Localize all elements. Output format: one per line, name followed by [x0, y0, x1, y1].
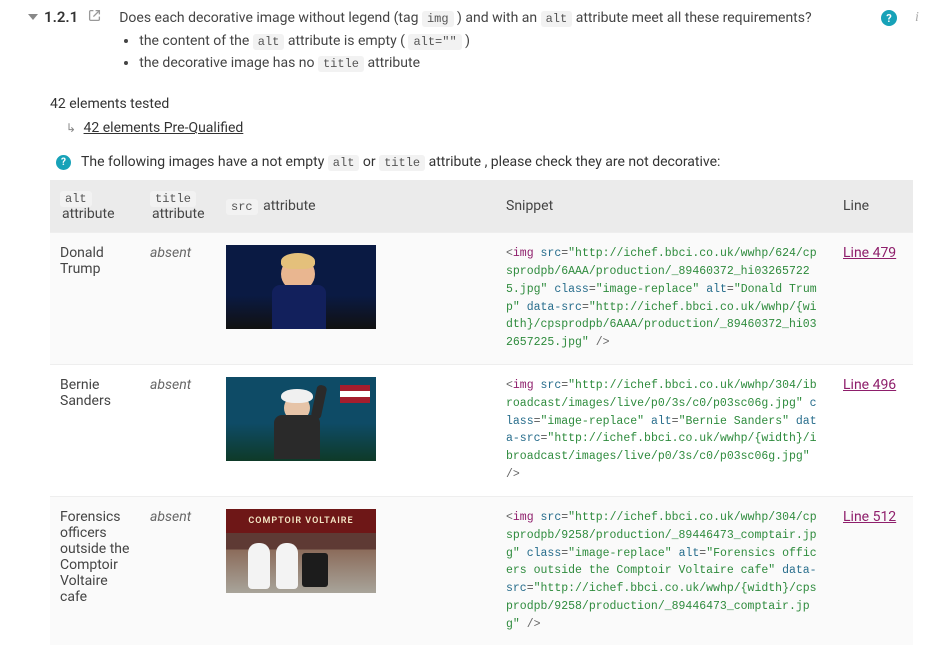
req-text: attribute — [367, 55, 420, 71]
thumbnail-image — [226, 377, 376, 461]
rule-q-part: attribute meet all these requirements? — [576, 10, 812, 26]
cell-title: absent — [140, 233, 216, 365]
code-snippet: <img src="http://ichef.bbci.co.uk/wwhp/6… — [506, 245, 823, 352]
header-action-icons: ? i — [881, 10, 925, 26]
cell-line: Line 496 — [833, 365, 913, 497]
req-text: ) — [465, 33, 470, 49]
col-src: src attribute — [216, 180, 496, 233]
cell-snippet: <img src="http://ichef.bbci.co.uk/wwhp/3… — [496, 496, 833, 645]
code-alt: alt — [253, 34, 285, 50]
cell-line: Line 512 — [833, 496, 913, 645]
line-link[interactable]: Line 479 — [843, 245, 896, 261]
prequalified-row: ↳ 42 elements Pre-Qualified — [0, 118, 939, 150]
help-icon[interactable]: ? — [881, 10, 897, 26]
requirement-item: the decorative image has no title attrib… — [139, 53, 869, 73]
code-src: src — [226, 199, 258, 215]
code-alt: alt — [541, 11, 573, 27]
code-alt-empty: alt="" — [408, 34, 461, 50]
cell-alt: Donald Trump — [50, 233, 140, 365]
cell-src: COMPTOIR VOLTAIRE — [216, 496, 496, 645]
cell-line: Line 479 — [833, 233, 913, 365]
elements-tested-count: 42 elements tested — [0, 82, 939, 118]
rule-requirements: the content of the alt attribute is empt… — [119, 31, 869, 73]
rule-id: 1.2.1 — [44, 8, 78, 26]
req-text: the decorative image has no — [139, 55, 318, 71]
cell-title: absent — [140, 365, 216, 497]
col-title: title attribute — [140, 180, 216, 233]
code-alt: alt — [60, 191, 92, 207]
info-message: ? The following images have a not empty … — [0, 150, 939, 180]
table-row: Donald Trumpabsent <img src="http://ichef… — [50, 233, 913, 365]
code-title: title — [150, 191, 196, 207]
col-snippet: Snippet — [496, 180, 833, 233]
thumbnail-image — [226, 245, 376, 329]
prequalified-link[interactable]: 42 elements Pre-Qualified — [84, 120, 244, 136]
req-text: the content of the — [139, 33, 253, 49]
sub-arrow-icon: ↳ — [66, 121, 76, 135]
thumbnail-image: COMPTOIR VOLTAIRE — [226, 509, 376, 593]
col-label: attribute — [263, 198, 316, 214]
code-snippet: <img src="http://ichef.bbci.co.uk/wwhp/3… — [506, 509, 823, 634]
cell-snippet: <img src="http://ichef.bbci.co.uk/wwhp/6… — [496, 233, 833, 365]
cell-src — [216, 233, 496, 365]
cell-snippet: <img src="http://ichef.bbci.co.uk/wwhp/3… — [496, 365, 833, 497]
info-part: attribute , please check they are not de… — [429, 154, 721, 170]
help-icon[interactable]: ? — [56, 155, 71, 170]
line-link[interactable]: Line 512 — [843, 509, 896, 525]
cell-alt: Bernie Sanders — [50, 365, 140, 497]
code-title: title — [318, 56, 364, 72]
cell-src — [216, 365, 496, 497]
table-row: Bernie Sandersabsent <img src="http://ich… — [50, 365, 913, 497]
code-alt: alt — [328, 155, 360, 171]
code-img: img — [422, 11, 454, 27]
col-alt: alt attribute — [50, 180, 140, 233]
rule-q-part: Does each decorative image without legen… — [119, 10, 422, 26]
rule-panel: 1.2.1 Does each decorative image without… — [0, 8, 939, 645]
rule-question: Does each decorative image without legen… — [119, 8, 881, 74]
req-text: attribute is empty ( — [288, 33, 409, 49]
collapse-caret-icon[interactable] — [28, 14, 38, 20]
table-header-row: alt attribute title attribute src attrib… — [50, 180, 913, 233]
line-link[interactable]: Line 496 — [843, 377, 896, 393]
info-part: The following images have a not empty — [81, 154, 328, 170]
col-label: attribute — [152, 206, 205, 222]
col-line: Line — [833, 180, 913, 233]
cell-title: absent — [140, 496, 216, 645]
col-label: attribute — [62, 206, 115, 222]
info-part: or — [363, 154, 379, 170]
rule-q-part: ) and with an — [457, 10, 541, 26]
requirement-item: the content of the alt attribute is empt… — [139, 31, 869, 51]
info-text: The following images have a not empty al… — [81, 154, 720, 170]
external-link-icon[interactable] — [88, 9, 101, 26]
table-row: Forensics officers outside the Comptoir … — [50, 496, 913, 645]
code-snippet: <img src="http://ichef.bbci.co.uk/wwhp/3… — [506, 377, 823, 484]
rule-header: 1.2.1 Does each decorative image without… — [0, 8, 939, 82]
results-table: alt attribute title attribute src attrib… — [50, 180, 913, 645]
code-title: title — [379, 155, 425, 171]
cell-alt: Forensics officers outside the Comptoir … — [50, 496, 140, 645]
info-icon[interactable]: i — [909, 10, 925, 26]
